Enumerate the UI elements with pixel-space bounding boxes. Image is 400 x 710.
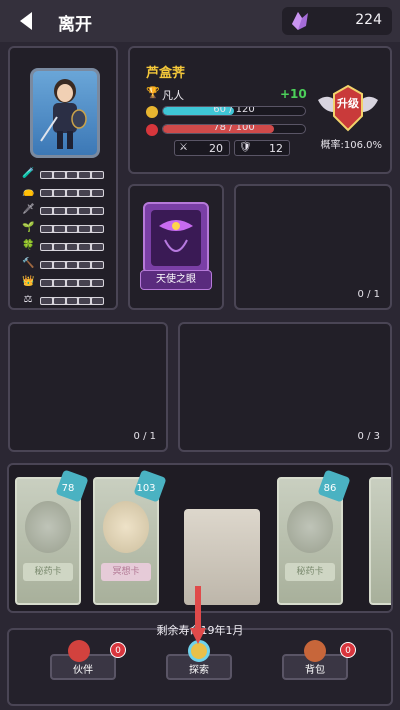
pouch-icon: 👝 [22, 186, 35, 197]
backpack-icon [304, 640, 326, 662]
card-1[interactable]: 秘药卡 78 [15, 469, 89, 605]
gem-count: 224 [355, 12, 382, 28]
hero-info-panel: 芦盒荠 🏆 凡人 +10 60 / 120 78 / 100 ⚔ 20 🛡 12… [128, 46, 392, 174]
stat-row-1: 🧪 [22, 168, 108, 182]
exp-gain: +10 [280, 87, 307, 101]
exit-button-label[interactable]: 离开 [58, 10, 92, 35]
heart-icon [146, 124, 158, 136]
angel-eye-skill-card[interactable] [143, 202, 209, 274]
card-3[interactable]: 秘药卡 86 [277, 469, 351, 605]
card-name: 秘药卡 [285, 563, 335, 581]
hp-bar: 78 / 100 [162, 124, 306, 134]
card-name: 秘药卡 [23, 563, 73, 581]
card-2[interactable]: 冥想卡 103 [93, 469, 167, 605]
probability-text: 概率:106.0% [320, 140, 383, 151]
crown-icon: 👑 [22, 276, 35, 287]
hp-text: 78 / 100 [213, 124, 255, 133]
bag-label: 背包 [305, 665, 325, 676]
angel-eye-icon [151, 210, 201, 266]
top-bar: 离开 224 [0, 0, 400, 42]
hero-rank: 凡人 [162, 89, 184, 102]
slot-count: 0 / 1 [133, 431, 156, 442]
card-tag-value: 103 [136, 483, 156, 494]
partner-label: 伙伴 [73, 665, 93, 676]
potion-icon: 🧪 [22, 168, 35, 179]
upgrade-label: 升级 [337, 97, 359, 110]
clover-icon: 🍀 [22, 240, 35, 251]
stat-row-4: 🌱 [22, 222, 108, 236]
hammer-icon: 🔨 [22, 258, 35, 269]
upgrade-button[interactable]: 升级 [316, 82, 380, 136]
card-tag-value: 86 [323, 483, 337, 494]
sword-icon: 🗡 [22, 204, 35, 215]
back-arrow-icon[interactable] [14, 8, 40, 34]
explore-label: 探索 [189, 665, 209, 676]
exp-text: 60 / 120 [213, 106, 255, 115]
plant-icon: 🌱 [22, 222, 35, 233]
card-tag-value: 78 [61, 483, 75, 494]
stat-row-8: ⚖ [22, 294, 108, 308]
hero-name: 芦盒荠 [146, 66, 186, 81]
equip-slot-1[interactable]: 0 / 1 [234, 184, 392, 310]
exp-bar: 60 / 120 [162, 106, 306, 116]
partner-badge: 0 [110, 642, 126, 658]
card-art [287, 501, 333, 553]
equip-slot-3[interactable]: 0 / 3 [178, 322, 392, 452]
stat-row-5: 🍀 [22, 240, 108, 254]
hero-portrait-panel: 🧪 👝 🗡 🌱 🍀 🔨 👑 ⚖ [8, 46, 118, 310]
attack-sword-icon: ⚔ [179, 142, 188, 153]
hero-avatar[interactable] [30, 68, 100, 158]
defense-stat: 🛡 12 [234, 140, 290, 156]
skill-panel: 天使之眼 [128, 184, 224, 310]
skill-label: 天使之眼 [140, 270, 212, 290]
stat-row-7: 👑 [22, 276, 108, 290]
rank-icon: 🏆 [146, 86, 160, 99]
stat-row-3: 🗡 [22, 204, 108, 218]
slot-count: 0 / 3 [357, 431, 380, 442]
partner-icon [68, 640, 90, 662]
gem-counter: 224 [282, 7, 392, 35]
pointer-arrow-icon [190, 586, 206, 644]
defense-icon: 🛡 [239, 142, 252, 153]
bag-badge: 0 [340, 642, 356, 658]
exp-coin-icon [146, 106, 158, 118]
stat-row-6: 🔨 [22, 258, 108, 272]
card-name: 冥想卡 [101, 563, 151, 581]
card-art [25, 501, 71, 553]
attack-stat: ⚔ 20 [174, 140, 230, 156]
scales-icon: ⚖ [23, 294, 33, 305]
purple-gem-icon [292, 12, 308, 30]
card-4-partial[interactable] [369, 477, 391, 605]
card-art [103, 501, 149, 553]
slot-count: 0 / 1 [357, 289, 380, 300]
stat-row-2: 👝 [22, 186, 108, 200]
equip-slot-2[interactable]: 0 / 1 [8, 322, 168, 452]
